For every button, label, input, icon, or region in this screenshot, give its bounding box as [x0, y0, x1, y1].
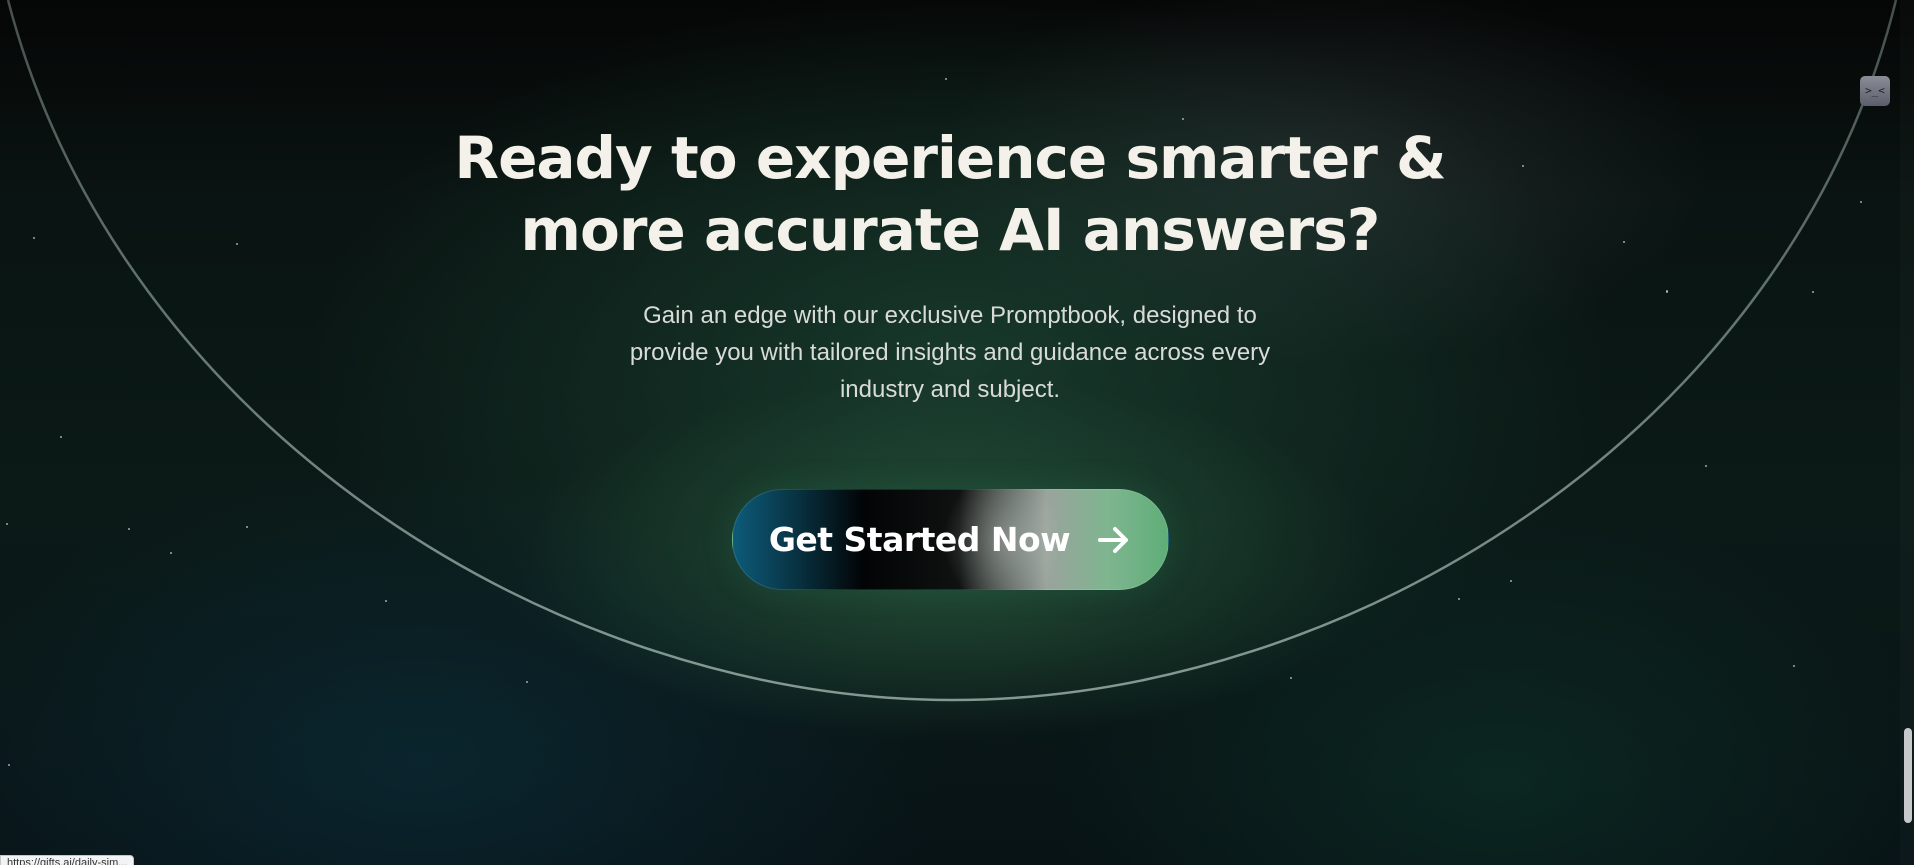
star	[236, 243, 238, 245]
subtext-line-3: industry and subject.	[839, 376, 1061, 403]
subtext-line-2: provide you with tailored insights and g…	[629, 339, 1271, 366]
page-background: Ready to experience smarter & more accur…	[0, 0, 1914, 865]
star	[170, 552, 172, 554]
star	[385, 600, 387, 602]
star	[33, 237, 35, 239]
star	[1522, 165, 1524, 167]
star	[945, 78, 947, 80]
star	[526, 681, 528, 683]
star	[1458, 598, 1460, 600]
star	[6, 523, 8, 525]
star	[1623, 241, 1625, 243]
status-bar-url: https://gifts.ai/daily-sim...	[0, 855, 135, 865]
headline-line-1: Ready to experience smarter &	[454, 124, 1446, 192]
star	[1182, 118, 1184, 120]
star	[128, 528, 130, 530]
star	[246, 526, 248, 528]
star	[1666, 290, 1668, 292]
scrollbar-thumb[interactable]	[1904, 728, 1912, 823]
star	[1290, 677, 1292, 679]
star	[1812, 291, 1814, 293]
widget-face-icon[interactable]: >_<	[1860, 76, 1890, 106]
hero-description: Gain an edge with our exclusive Promptbo…	[570, 297, 1330, 408]
star	[8, 764, 10, 766]
star	[1705, 465, 1707, 467]
page-title: Ready to experience smarter & more accur…	[400, 122, 1500, 266]
star	[60, 436, 62, 438]
arrow-right-icon	[1096, 522, 1132, 558]
get-started-button[interactable]: Get Started Now	[732, 489, 1169, 590]
star	[1860, 201, 1862, 203]
headline-line-2: more accurate AI answers?	[520, 196, 1381, 264]
subtext-line-1: Gain an edge with our exclusive Promptbo…	[643, 302, 1257, 329]
star	[1793, 665, 1795, 667]
get-started-label: Get Started Now	[768, 520, 1071, 559]
star	[1510, 580, 1512, 582]
